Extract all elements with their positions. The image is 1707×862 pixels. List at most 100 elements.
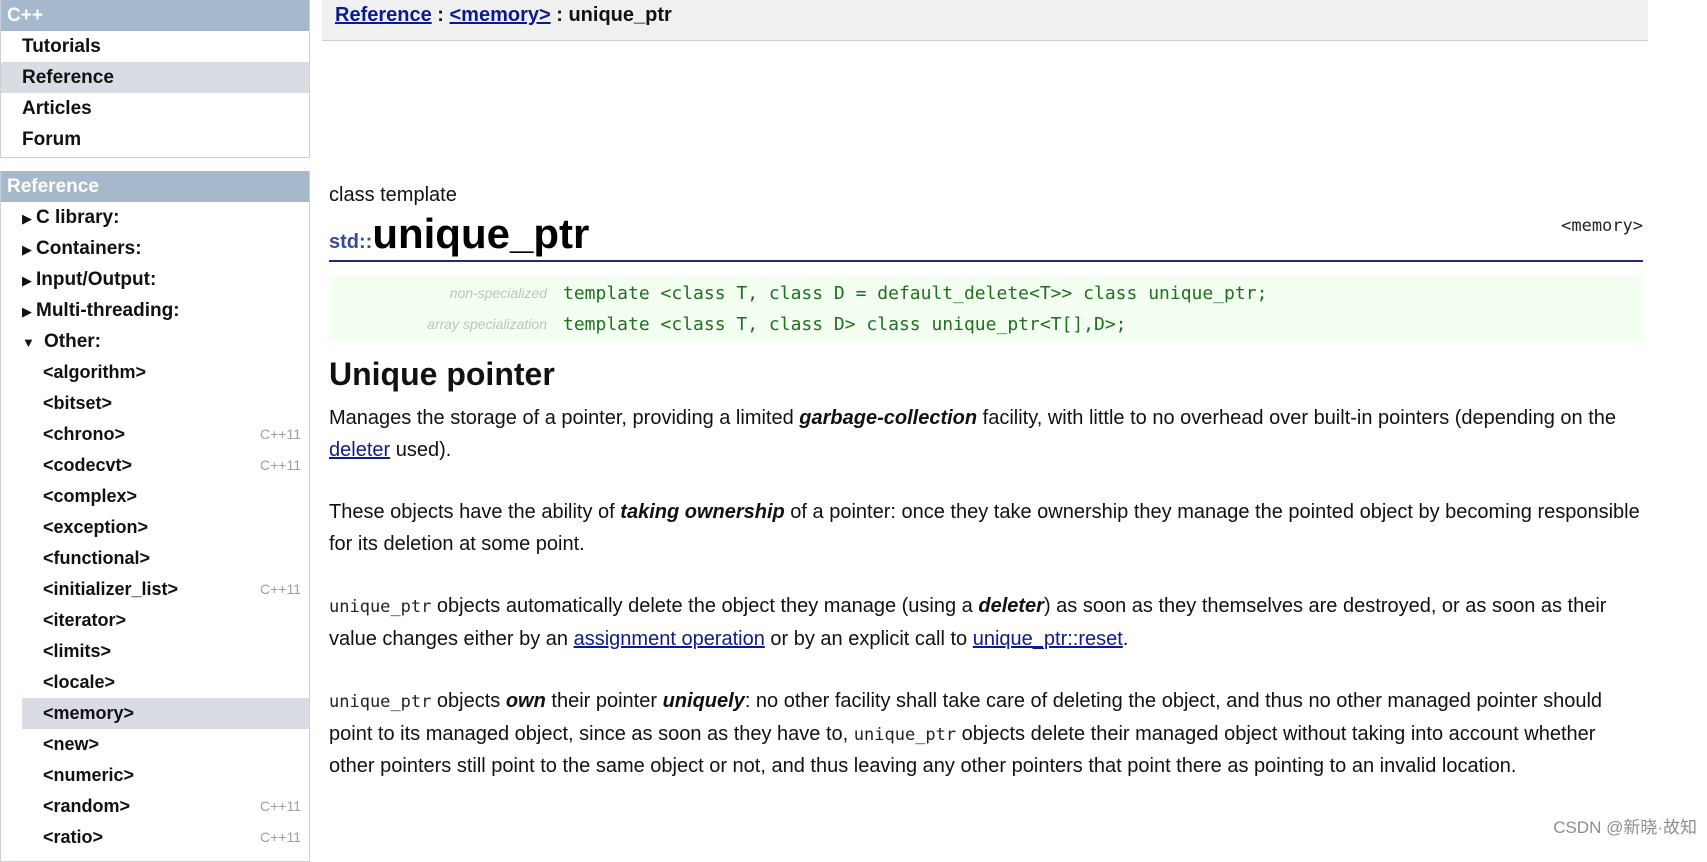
breadcrumb: Reference : <memory> : unique_ptr [322,0,1648,41]
category-label: Input/Output: [36,269,157,290]
declarations-box: non-specialized template <class T, class… [329,276,1643,342]
triangle-right-icon: ▶ [22,242,32,257]
library-item[interactable]: <complex> [22,481,309,512]
text: These objects have the ability of [329,501,621,523]
cpp11-tag: C++11 [260,798,301,814]
declaration-code: template <class T, class D = default_del… [563,283,1268,304]
library-label: <locale> [43,672,116,692]
library-label: <iterator> [43,610,127,630]
library-label: <ratio> [43,827,104,847]
library-item-memory[interactable]: <memory> [22,698,309,729]
category-c-library[interactable]: ▶ C library: [1,202,309,233]
category-label: Other: [44,331,101,352]
paragraph-1: Manages the storage of a pointer, provid… [329,403,1643,466]
assignment-operation-link[interactable]: assignment operation [574,628,765,650]
triangle-right-icon: ▶ [22,304,32,319]
triangle-down-icon: ▼ [22,335,35,350]
nav-item-forum[interactable]: Forum [1,124,309,155]
library-item[interactable]: <chrono> C++11 [22,419,309,450]
category-multi-threading[interactable]: ▶ Multi-threading: [1,295,309,326]
library-label: <memory> [43,703,135,723]
declaration-label: non-specialized [449,285,547,301]
emphasis: taking ownership [620,501,785,523]
cpp11-tag: C++11 [260,457,301,473]
category-containers[interactable]: ▶ Containers: [1,233,309,264]
library-item[interactable]: <new> [22,729,309,760]
namespace-prefix: std:: [329,231,373,253]
breadcrumb-separator: : [431,4,450,26]
site-nav-header[interactable]: C++ [1,0,309,31]
reference-tree-header[interactable]: Reference [1,171,309,202]
library-item[interactable]: <limits> [22,636,309,667]
site-nav-box: C++ Tutorials Reference Articles Forum [0,0,310,158]
library-item[interactable]: <initializer_list> C++11 [22,574,309,605]
inline-code: unique_ptr [329,597,432,617]
library-label: <functional> [43,548,151,568]
triangle-right-icon: ▶ [22,273,32,288]
library-item[interactable]: <codecvt> C++11 [22,450,309,481]
library-label: <codecvt> [43,455,133,475]
text: objects [431,690,506,712]
breadcrumb-reference-link[interactable]: Reference [335,4,432,26]
reset-link[interactable]: unique_ptr::reset [973,628,1123,650]
text: used). [390,438,452,461]
text: facility, with little to no overhead ove… [977,407,1616,429]
page-title-row: std::unique_ptr <memory> [329,210,1643,262]
library-item[interactable]: <ratio> C++11 [22,822,309,853]
library-label: <limits> [43,641,112,661]
text: objects automatically delete the object … [431,595,979,617]
paragraph-4: unique_ptr objects own their pointer uni… [329,686,1643,783]
library-label: <new> [43,734,100,754]
breadcrumb-current: unique_ptr [568,4,672,26]
nav-item-tutorials[interactable]: Tutorials [1,31,309,62]
declaration-label: array specialization [427,316,547,332]
paragraph-2: These objects have the ability of taking… [329,497,1643,560]
library-label: <algorithm> [43,362,147,382]
library-item[interactable]: <locale> [22,667,309,698]
cpp11-tag: C++11 [260,426,301,442]
library-item[interactable]: <functional> [22,543,309,574]
library-item[interactable]: <bitset> [22,388,309,419]
category-label: Multi-threading: [36,300,180,321]
library-label: <exception> [43,517,149,537]
triangle-right-icon: ▶ [22,211,32,226]
cpp11-tag: C++11 [260,581,301,597]
library-item[interactable]: <algorithm> [22,357,309,388]
library-label: <bitset> [43,393,113,413]
watermark: CSDN @新晓·故知 [1553,818,1697,837]
emphasis: deleter [978,595,1044,617]
library-label: <complex> [43,486,138,506]
declaration-row: array specialization template <class T, … [329,309,1643,340]
emphasis: garbage-collection [799,407,978,429]
nav-item-reference[interactable]: Reference [1,62,309,93]
library-label: <numeric> [43,765,135,785]
category-label: C library: [36,207,120,228]
library-item[interactable]: <exception> [22,512,309,543]
category-input-output[interactable]: ▶ Input/Output: [1,264,309,295]
sidebar: C++ Tutorials Reference Articles Forum R… [0,0,310,862]
breadcrumb-memory-link[interactable]: <memory> [450,4,551,26]
library-label: <initializer_list> [43,579,179,599]
category-label: Containers: [36,238,142,259]
library-item[interactable]: <random> C++11 [22,791,309,822]
article: class template std::unique_ptr <memory> … [329,180,1643,814]
nav-item-articles[interactable]: Articles [1,93,309,124]
inline-code: unique_ptr [329,692,432,712]
text: . [1122,627,1129,650]
inline-code: unique_ptr [853,724,957,745]
library-label: <chrono> [43,424,126,444]
emphasis: uniquely [662,690,745,712]
section-title: Unique pointer [329,356,555,392]
text: Manages the storage of a pointer, provid… [329,407,800,429]
library-item[interactable]: <iterator> [22,605,309,636]
declaration-row: non-specialized template <class T, class… [329,278,1643,309]
library-item[interactable]: <numeric> [22,760,309,791]
library-label: <random> [43,796,131,816]
reference-tree-box: Reference ▶ C library: ▶ Containers: ▶ Inpu… [0,171,310,862]
paragraph-3: unique_ptr objects automatically delete … [329,591,1643,655]
entity-kind: class template [329,184,457,206]
deleter-link[interactable]: deleter [329,439,390,461]
page-title: unique_ptr [372,210,590,257]
category-other[interactable]: ▼ Other: [1,326,309,357]
text: or by an explicit call to [764,627,973,650]
